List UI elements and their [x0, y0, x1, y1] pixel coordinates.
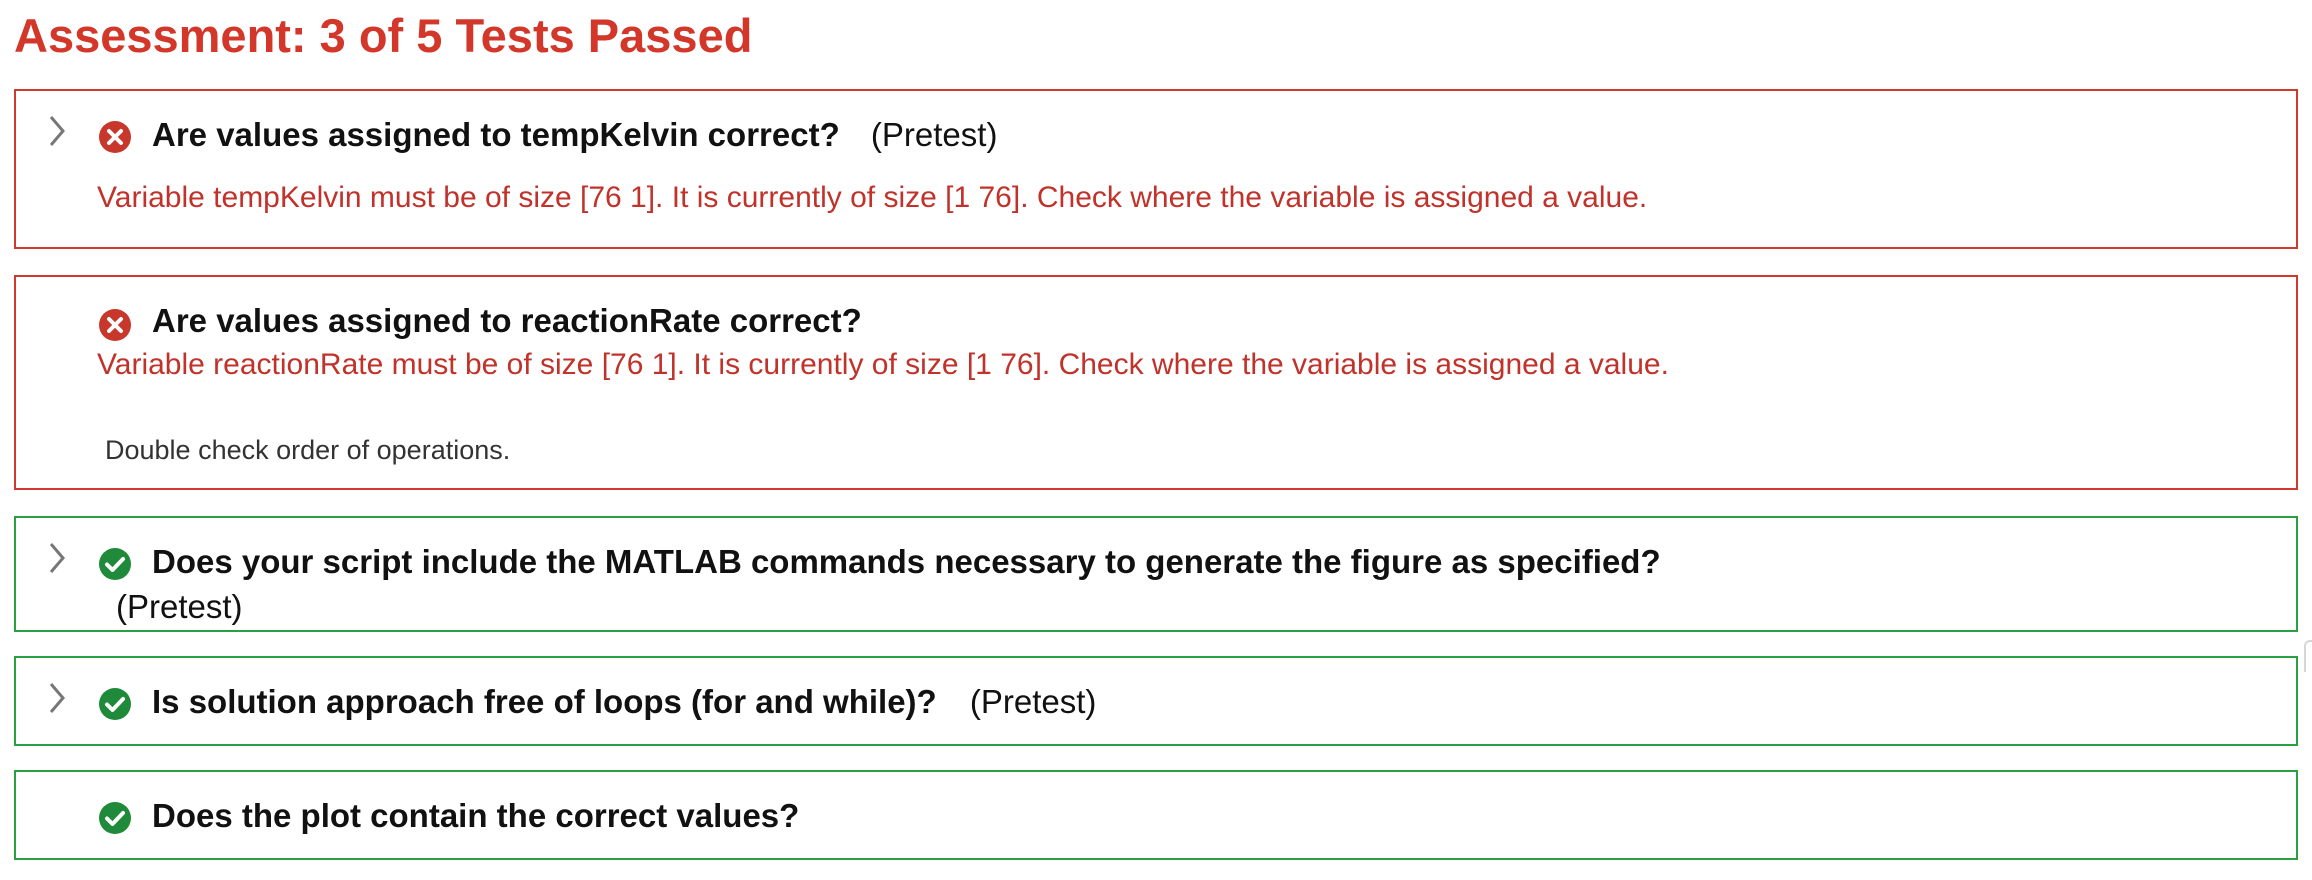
x-circle-icon: [98, 308, 132, 342]
pretest-tag: (Pretest): [969, 683, 1097, 720]
test-title: Is solution approach free of loops (for …: [152, 682, 1096, 722]
chevron-right-icon[interactable]: [42, 678, 72, 718]
test-title: Does your script include the MATLAB comm…: [152, 542, 1661, 582]
check-circle-icon: [98, 687, 132, 721]
error-message: Variable tempKelvin must be of size [76 …: [97, 181, 1648, 214]
test-result-card: Is solution approach free of loops (for …: [14, 656, 2298, 746]
x-circle-icon: [98, 120, 132, 154]
test-title: Are values assigned to tempKelvin correc…: [152, 115, 997, 155]
assessment-title: Assessment: 3 of 5 Tests Passed: [14, 9, 753, 62]
pretest-tag: (Pretest): [870, 116, 998, 153]
chevron-right-icon[interactable]: [42, 111, 72, 151]
error-message: Variable reactionRate must be of size [7…: [97, 348, 1669, 381]
scrollbar-edge[interactable]: [2304, 640, 2312, 672]
check-circle-icon: [98, 801, 132, 835]
test-result-card: Does your script include the MATLAB comm…: [14, 516, 2298, 632]
check-circle-icon: [98, 547, 132, 581]
test-title-text: Does your script include the MATLAB comm…: [152, 543, 1661, 580]
test-title-text: Is solution approach free of loops (for …: [152, 683, 937, 720]
test-title: Are values assigned to reactionRate corr…: [152, 301, 862, 341]
pretest-tag: (Pretest): [116, 588, 243, 625]
test-result-card: Are values assigned to tempKelvin correc…: [14, 89, 2298, 249]
test-result-card: Are values assigned to reactionRate corr…: [14, 275, 2298, 490]
chevron-right-icon[interactable]: [42, 538, 72, 578]
assessment-panel: Assessment: 3 of 5 Tests Passed Are valu…: [0, 0, 2312, 880]
test-title-text: Are values assigned to tempKelvin correc…: [152, 116, 840, 153]
test-title-text: Does the plot contain the correct values…: [152, 797, 800, 834]
test-result-card: Does the plot contain the correct values…: [14, 770, 2298, 860]
test-title: Does the plot contain the correct values…: [152, 796, 799, 836]
hint-text: Double check order of operations.: [105, 435, 511, 465]
test-title-text: Are values assigned to reactionRate corr…: [152, 302, 862, 339]
